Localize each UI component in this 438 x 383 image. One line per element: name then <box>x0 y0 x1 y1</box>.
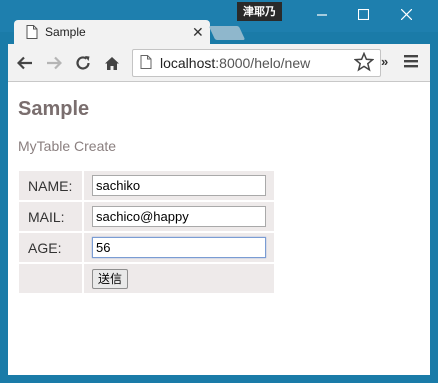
tab-title: Sample <box>45 25 86 39</box>
age-label: AGE: <box>19 233 82 262</box>
name-cell <box>84 171 274 200</box>
age-input[interactable] <box>92 237 266 258</box>
minimize-button[interactable] <box>300 0 344 28</box>
forward-arrow-icon <box>47 56 62 70</box>
extensions-overflow-icon[interactable]: » <box>381 54 388 69</box>
home-button[interactable] <box>101 52 123 74</box>
back-button[interactable] <box>14 52 36 74</box>
name-input[interactable] <box>92 175 266 196</box>
page-info-icon[interactable] <box>140 55 152 74</box>
url-host: localhost <box>160 55 216 71</box>
age-cell <box>84 233 274 262</box>
name-label: NAME: <box>19 171 82 200</box>
browser-toolbar: localhost:8000/helo/new » <box>8 44 430 82</box>
reload-button[interactable] <box>72 52 94 74</box>
create-form-table: NAME: MAIL: AGE: 送信 <box>17 169 276 295</box>
home-icon <box>105 56 119 70</box>
bookmark-star-icon[interactable] <box>353 51 375 77</box>
reload-icon <box>76 56 90 70</box>
mail-label: MAIL: <box>19 202 82 231</box>
tab-close-icon[interactable]: ✕ <box>192 24 204 40</box>
form-row-mail: MAIL: <box>19 202 274 231</box>
maximize-icon <box>357 8 369 20</box>
close-icon <box>400 8 412 20</box>
page-subtitle: MyTable Create <box>18 138 117 154</box>
page-title: Sample <box>18 98 90 120</box>
form-row-submit: 送信 <box>19 264 274 293</box>
page-icon <box>26 25 38 44</box>
browser-tab[interactable]: Sample ✕ <box>14 20 210 45</box>
empty-cell <box>19 264 82 293</box>
mail-cell <box>84 202 274 231</box>
address-bar[interactable]: localhost:8000/helo/new <box>132 49 381 77</box>
forward-button[interactable] <box>43 52 65 74</box>
back-arrow-icon <box>17 56 32 70</box>
menu-icon[interactable] <box>404 54 418 73</box>
user-profile-badge[interactable]: 津耶乃 <box>237 2 282 21</box>
close-window-button[interactable] <box>384 0 428 28</box>
new-tab-button[interactable] <box>208 26 246 40</box>
mail-input[interactable] <box>92 206 266 227</box>
form-row-name: NAME: <box>19 171 274 200</box>
form-row-age: AGE: <box>19 233 274 262</box>
minimize-icon <box>316 13 327 16</box>
submit-cell: 送信 <box>84 264 274 293</box>
url-text[interactable]: localhost:8000/helo/new <box>160 55 310 71</box>
page-content: Sample MyTable Create NAME: MAIL: AGE: 送… <box>8 82 430 375</box>
submit-button[interactable]: 送信 <box>92 268 129 289</box>
maximize-button[interactable] <box>341 0 385 28</box>
url-path: :8000/helo/new <box>215 55 311 71</box>
